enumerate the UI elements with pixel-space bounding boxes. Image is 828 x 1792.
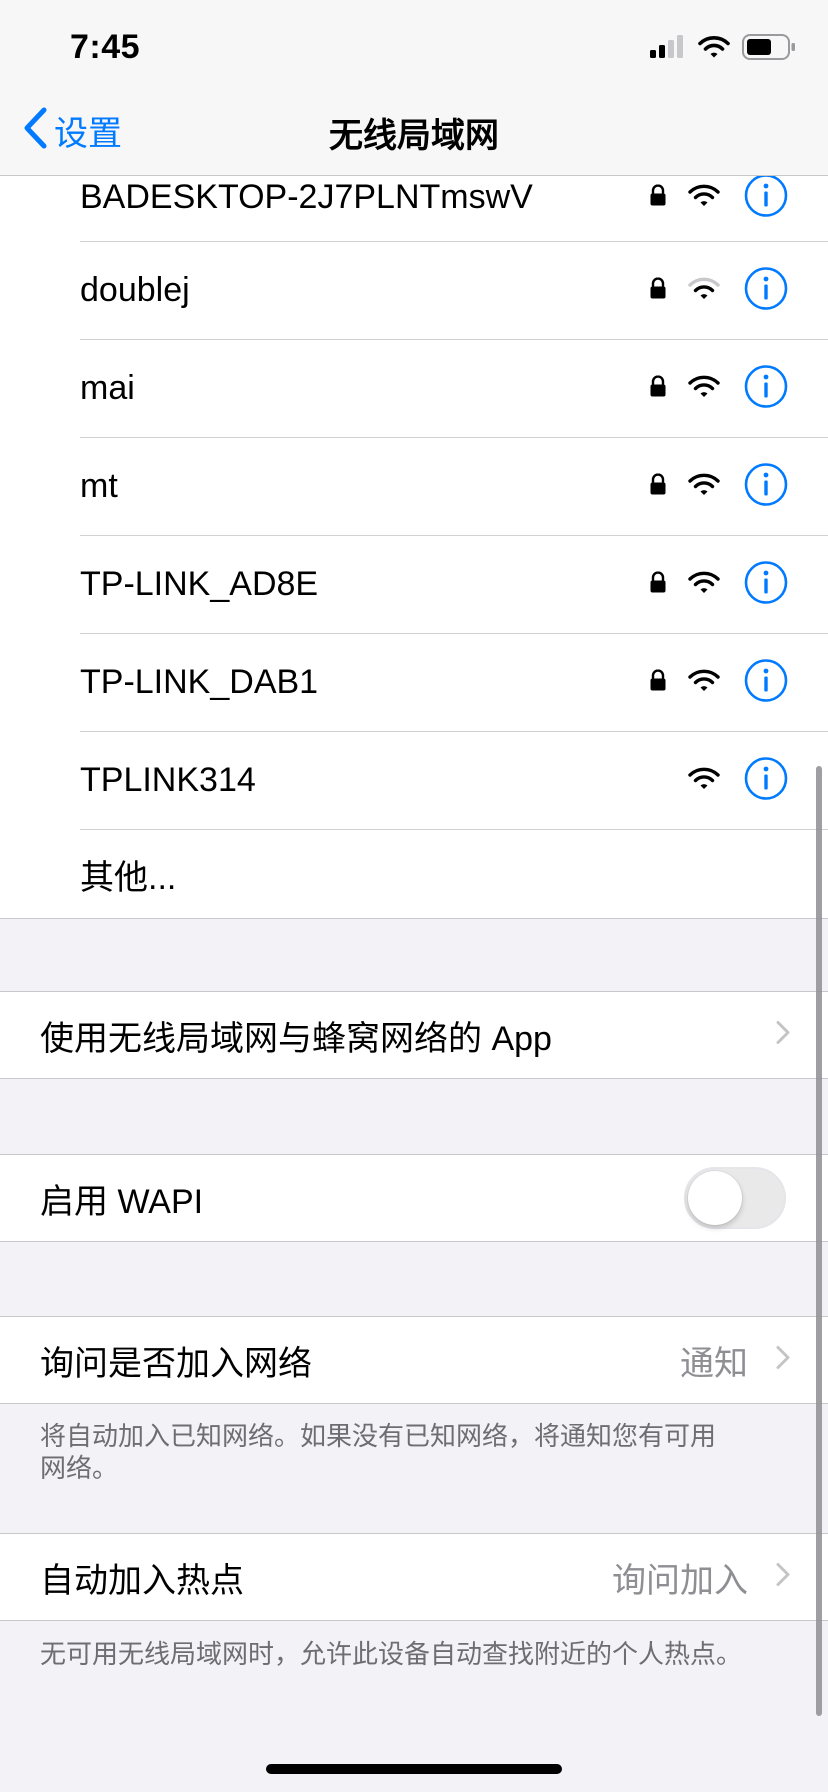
ask-to-join-label: 询问是否加入网络 bbox=[40, 1344, 312, 1383]
battery-icon bbox=[742, 34, 796, 65]
other-network-row[interactable]: 其他... bbox=[80, 830, 828, 918]
lock-icon bbox=[650, 183, 666, 211]
chevron-right-icon bbox=[776, 1346, 790, 1375]
wifi-signal-icon bbox=[688, 276, 720, 305]
wifi-signal-icon bbox=[688, 668, 720, 697]
page-title: 无线局域网 bbox=[329, 116, 499, 155]
auto-join-hotspot-value: 询问加入 bbox=[612, 1561, 748, 1600]
wifi-icon bbox=[698, 35, 730, 64]
network-name: mt bbox=[80, 467, 118, 505]
wapi-toggle[interactable] bbox=[684, 1167, 786, 1229]
chevron-right-icon bbox=[776, 1021, 790, 1050]
info-icon[interactable] bbox=[744, 364, 788, 413]
wifi-signal-icon bbox=[688, 374, 720, 403]
other-network-label: 其他... bbox=[80, 858, 177, 897]
network-name: TP-LINK_AD8E bbox=[80, 565, 319, 603]
home-indicator[interactable] bbox=[266, 1764, 562, 1774]
lock-icon bbox=[650, 276, 666, 304]
network-row[interactable]: TP-LINK_AD8E bbox=[80, 536, 828, 634]
ask-to-join-footnote: 将自动加入已知网络。如果没有已知网络，将通知您有可用网络。 bbox=[40, 1421, 717, 1483]
wifi-signal-icon bbox=[688, 472, 720, 501]
info-icon[interactable] bbox=[744, 462, 788, 511]
network-name: TP-LINK_DAB1 bbox=[80, 663, 319, 701]
navigation-bar: 设置 无线局域网 bbox=[0, 100, 828, 176]
lock-icon bbox=[650, 374, 666, 402]
network-name: doublej bbox=[80, 271, 190, 309]
chevron-right-icon bbox=[776, 1563, 790, 1592]
auto-join-hotspot-footnote: 无可用无线局域网时，允许此设备自动查找附近的个人热点。 bbox=[40, 1639, 743, 1669]
network-name: mai bbox=[80, 369, 135, 407]
network-name: TPLINK314 bbox=[80, 761, 256, 799]
wifi-signal-icon bbox=[688, 766, 720, 795]
network-row[interactable]: doublej bbox=[80, 242, 828, 340]
wapi-cell: 启用 WAPI bbox=[0, 1154, 828, 1242]
auto-join-hotspot-label: 自动加入热点 bbox=[40, 1561, 244, 1600]
info-icon[interactable] bbox=[744, 756, 788, 805]
network-row[interactable]: mai bbox=[80, 340, 828, 438]
network-list: BADESKTOP-2J7PLNTmswV doublej mai mt TP-… bbox=[0, 154, 828, 918]
ask-to-join-cell[interactable]: 询问是否加入网络 通知 bbox=[0, 1316, 828, 1404]
status-icons bbox=[650, 34, 796, 65]
network-row[interactable]: mt bbox=[80, 438, 828, 536]
info-icon[interactable] bbox=[744, 173, 788, 222]
wifi-signal-icon bbox=[688, 183, 720, 212]
status-time: 7:45 bbox=[70, 28, 141, 66]
info-icon[interactable] bbox=[744, 560, 788, 609]
apps-cell-label: 使用无线局域网与蜂窝网络的 App bbox=[40, 1019, 552, 1058]
wapi-label: 启用 WAPI bbox=[40, 1182, 204, 1221]
lock-icon bbox=[650, 472, 666, 500]
auto-join-hotspot-cell[interactable]: 自动加入热点 询问加入 bbox=[0, 1533, 828, 1621]
scrollbar[interactable] bbox=[816, 766, 822, 1716]
info-icon[interactable] bbox=[744, 266, 788, 315]
ask-to-join-value: 通知 bbox=[680, 1344, 748, 1383]
status-bar: 7:45 bbox=[0, 0, 828, 100]
network-row[interactable]: TP-LINK_DAB1 bbox=[80, 634, 828, 732]
info-icon[interactable] bbox=[744, 658, 788, 707]
separator bbox=[0, 918, 828, 919]
lock-icon bbox=[650, 668, 666, 696]
cellular-signal-icon bbox=[650, 35, 686, 64]
wifi-settings-screen: BADESKTOP-2J7PLNTmswV doublej mai mt TP-… bbox=[0, 0, 828, 1792]
apps-using-wlan-cellular-cell[interactable]: 使用无线局域网与蜂窝网络的 App bbox=[0, 991, 828, 1079]
network-row[interactable]: TPLINK314 bbox=[80, 732, 828, 830]
toggle-knob bbox=[688, 1171, 742, 1225]
lock-icon bbox=[650, 570, 666, 598]
wifi-signal-icon bbox=[688, 570, 720, 599]
